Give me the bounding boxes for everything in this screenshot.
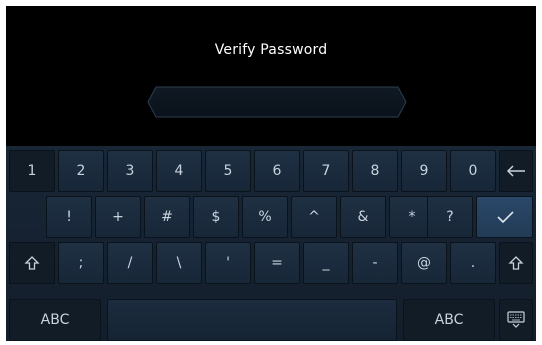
key-label: 2	[76, 163, 86, 179]
key-label: 9	[419, 163, 429, 179]
key-label: %	[258, 209, 272, 225]
key-label: 3	[125, 163, 135, 179]
key-apostrophe[interactable]: '	[205, 242, 251, 284]
key-label: 0	[468, 163, 478, 179]
key-label: &	[357, 209, 369, 225]
key-hash[interactable]: #	[144, 196, 190, 238]
key-6[interactable]: 6	[254, 150, 300, 192]
key-backslash[interactable]: \	[156, 242, 202, 284]
key-ampersand[interactable]: &	[340, 196, 386, 238]
key-label: *	[408, 209, 416, 225]
key-label: \	[176, 255, 182, 271]
key-4[interactable]: 4	[156, 150, 202, 192]
key-period[interactable]: .	[450, 242, 496, 284]
key-label: #	[161, 209, 173, 225]
key-label: 7	[321, 163, 331, 179]
key-equals[interactable]: =	[254, 242, 300, 284]
key-exclamation[interactable]: !	[46, 196, 92, 238]
key-2[interactable]: 2	[58, 150, 104, 192]
left-arrow-icon	[506, 165, 525, 177]
key-label: 8	[370, 163, 380, 179]
key-1[interactable]: 1	[9, 150, 55, 192]
key-slash[interactable]: /	[107, 242, 153, 284]
shift-up-arrow-icon	[24, 256, 40, 270]
key-7[interactable]: 7	[303, 150, 349, 192]
check-icon	[496, 211, 514, 224]
key-label: ABC	[434, 312, 464, 328]
key-0[interactable]: 0	[450, 150, 496, 192]
confirm-key[interactable]	[476, 196, 533, 238]
space-bar[interactable]	[107, 299, 397, 341]
key-label: -	[372, 255, 378, 271]
key-label: ABC	[40, 312, 70, 328]
key-label: '	[226, 255, 230, 271]
key-label: ;	[78, 255, 84, 271]
page-title: Verify Password	[214, 42, 328, 58]
hide-keyboard-key[interactable]	[499, 299, 533, 341]
key-label: +	[112, 209, 124, 225]
key-caret[interactable]: ^	[291, 196, 337, 238]
key-percent[interactable]: %	[242, 196, 288, 238]
key-plus[interactable]: +	[95, 196, 141, 238]
key-label: _	[322, 255, 330, 271]
key-label: $	[211, 209, 221, 225]
key-question[interactable]: ?	[427, 196, 473, 238]
key-label: 5	[223, 163, 233, 179]
key-label: !	[66, 209, 72, 225]
keyboard-hide-icon	[507, 311, 525, 328]
key-label: =	[271, 255, 283, 271]
password-field[interactable]	[146, 84, 408, 120]
key-9[interactable]: 9	[401, 150, 447, 192]
key-label: /	[127, 255, 133, 271]
key-at[interactable]: @	[401, 242, 447, 284]
key-label: 6	[272, 163, 282, 179]
key-label: @	[417, 255, 431, 271]
key-5[interactable]: 5	[205, 150, 251, 192]
key-label: ?	[446, 209, 454, 225]
key-label: 4	[174, 163, 184, 179]
key-label: .	[470, 255, 476, 271]
shift-key-right[interactable]	[499, 242, 533, 284]
on-screen-keyboard: 1 2 3 4 5 6 7 8 9 0 ! + # $ % ^ & * ? ; …	[6, 146, 536, 341]
key-dollar[interactable]: $	[193, 196, 239, 238]
key-label: 1	[27, 163, 37, 179]
key-underscore[interactable]: _	[303, 242, 349, 284]
key-3[interactable]: 3	[107, 150, 153, 192]
backspace-key[interactable]	[499, 150, 533, 192]
shift-key-left[interactable]	[9, 242, 55, 284]
key-8[interactable]: 8	[352, 150, 398, 192]
key-semicolon[interactable]: ;	[58, 242, 104, 284]
key-label: ^	[308, 209, 320, 225]
password-screen: Verify Password 1 2 3 4 5 6 7 8 9 0 ! + …	[6, 6, 536, 341]
abc-key-right[interactable]: ABC	[403, 299, 495, 341]
abc-key-left[interactable]: ABC	[9, 299, 101, 341]
shift-up-arrow-icon	[508, 256, 524, 270]
key-hyphen[interactable]: -	[352, 242, 398, 284]
